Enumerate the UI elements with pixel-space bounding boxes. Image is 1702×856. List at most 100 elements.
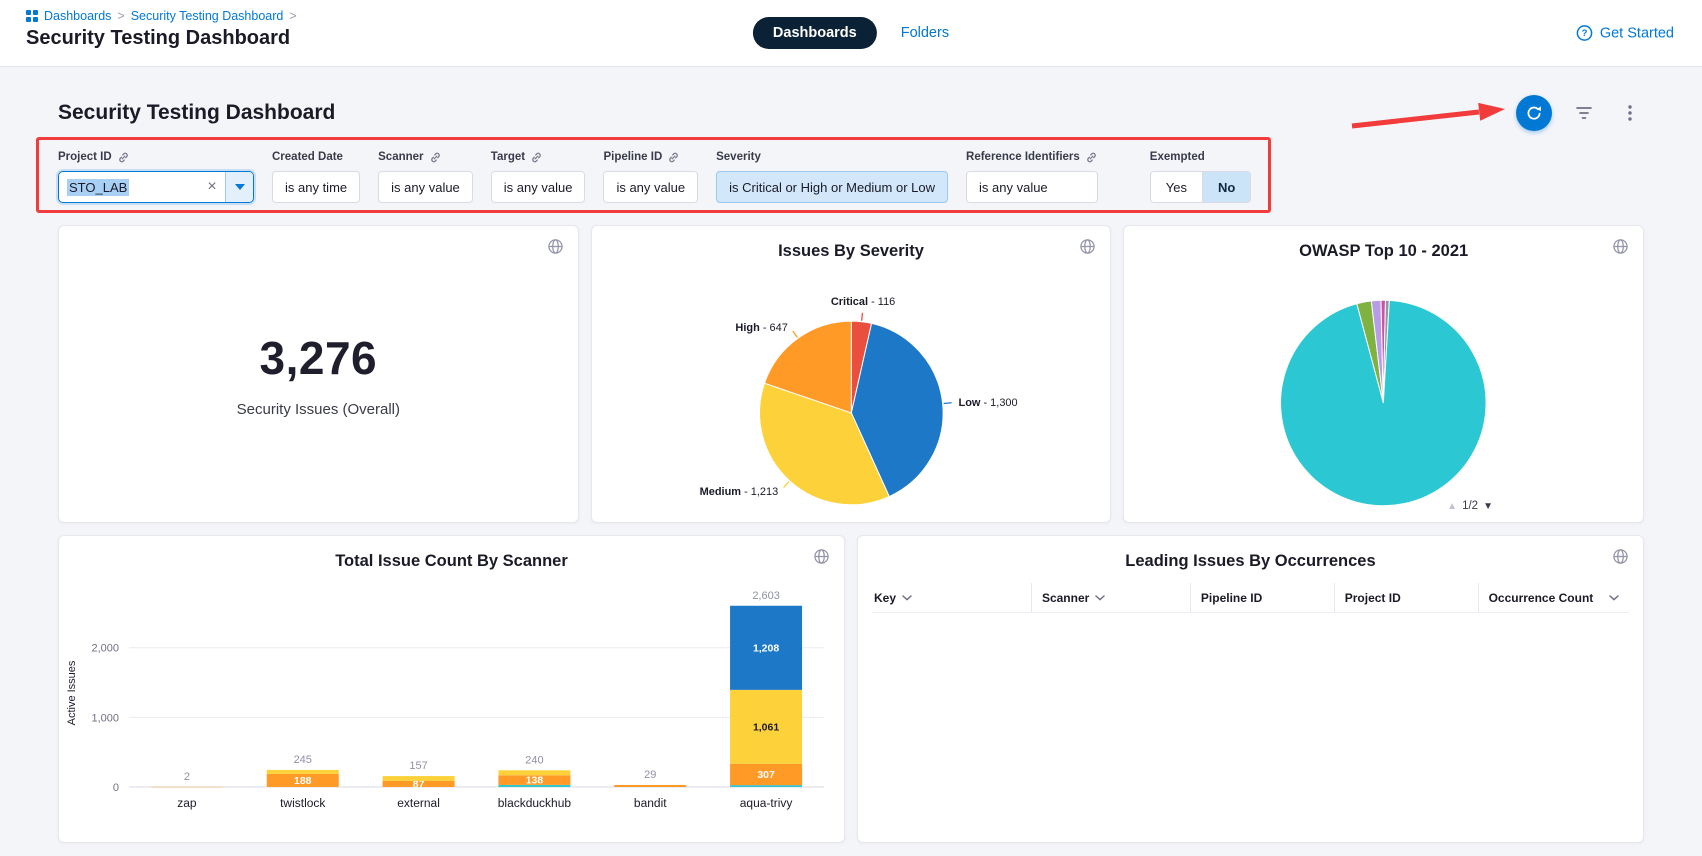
bar-segment-label: 1,061 xyxy=(753,722,779,733)
scanner-bar-chart[interactable]: 01,0002,000Active Issues2zap188245twistl… xyxy=(59,577,844,829)
page-up-icon[interactable]: ▲ xyxy=(1447,501,1457,512)
column-header-project-id[interactable]: Project ID xyxy=(1334,583,1478,612)
filter-label-scanner: Scanner xyxy=(378,151,423,163)
bar-segment-label: 1,208 xyxy=(753,643,779,654)
bar-segment[interactable] xyxy=(383,776,455,781)
link-icon xyxy=(1085,151,1098,164)
filter-label-pipeline-id: Pipeline ID xyxy=(603,151,662,163)
dashboard-title: Security Testing Dashboard xyxy=(58,101,335,125)
bar-segment[interactable] xyxy=(614,785,686,787)
globe-icon xyxy=(813,548,830,565)
chevron-down-icon xyxy=(1095,595,1105,601)
table-body xyxy=(858,613,1643,823)
severity-pie-chart[interactable]: Critical - 116Low - 1,300Medium - 1,213H… xyxy=(592,265,1111,515)
bar-total-label: 2 xyxy=(184,771,190,783)
filter-pipeline-id: Pipeline ID is any value xyxy=(603,150,698,203)
card-security-issues-overall: 3,276 Security Issues (Overall) xyxy=(58,225,579,523)
bar-category-label: bandit xyxy=(634,796,667,810)
severity-filter-button[interactable]: is Critical or High or Medium or Low xyxy=(716,171,948,203)
globe-icon xyxy=(1612,238,1629,255)
link-icon xyxy=(117,151,130,164)
chevron-down-icon[interactable] xyxy=(225,172,253,202)
column-header-key[interactable]: Key xyxy=(872,583,1031,612)
bar-segment[interactable] xyxy=(730,785,802,787)
filter-label-exempted: Exempted xyxy=(1150,151,1205,163)
globe-icon xyxy=(1612,548,1629,565)
column-label: Project ID xyxy=(1345,591,1401,605)
bar-segment[interactable] xyxy=(267,770,339,774)
column-label: Pipeline ID xyxy=(1201,591,1262,605)
breadcrumb-link-dashboards[interactable]: Dashboards xyxy=(44,9,111,23)
filter-label-severity: Severity xyxy=(716,151,761,163)
filters-button[interactable] xyxy=(1570,99,1598,127)
column-label: Key xyxy=(874,591,896,605)
chart-title-issues-by-severity: Issues By Severity xyxy=(592,226,1111,261)
filter-label-project-id: Project ID xyxy=(58,151,112,163)
created-date-filter-button[interactable]: is any time xyxy=(272,171,360,203)
filter-severity: Severity is Critical or High or Medium o… xyxy=(716,150,948,203)
bar-total-label: 2,603 xyxy=(752,590,780,602)
help-icon: ? xyxy=(1576,25,1593,42)
chevron-down-icon xyxy=(1609,595,1619,601)
bar-category-label: aqua-trivy xyxy=(740,796,793,810)
target-filter-button[interactable]: is any value xyxy=(491,171,586,203)
filter-scanner: Scanner is any value xyxy=(378,150,473,203)
chart-title-owasp-top-10: OWASP Top 10 - 2021 xyxy=(1124,226,1643,261)
pie-label: Low - 1,300 xyxy=(958,397,1017,409)
reference-identifiers-filter-button[interactable]: is any value xyxy=(966,171,1098,203)
y-axis-label: Active Issues xyxy=(66,660,78,725)
breadcrumb-separator: > xyxy=(289,9,296,23)
column-label: Scanner xyxy=(1042,591,1089,605)
dashboard-grid: 3,276 Security Issues (Overall) Issues B… xyxy=(58,225,1644,843)
filter-target: Target is any value xyxy=(491,150,586,203)
link-icon xyxy=(530,151,543,164)
clear-icon[interactable]: × xyxy=(199,172,225,202)
more-options-button[interactable] xyxy=(1616,99,1644,127)
bar-segment-label: 307 xyxy=(757,770,775,781)
filter-label-created-date: Created Date xyxy=(272,151,343,163)
overall-issues-count: 3,276 xyxy=(260,331,378,385)
breadcrumb-separator: > xyxy=(117,9,124,23)
bar-segment[interactable] xyxy=(498,770,570,775)
chart-title-total-issue-count-by-scanner: Total Issue Count By Scanner xyxy=(59,536,844,571)
scanner-filter-button[interactable]: is any value xyxy=(378,171,473,203)
column-header-occurrence-count[interactable]: Occurrence Count xyxy=(1478,583,1629,612)
axis-tick-label: 0 xyxy=(113,782,119,794)
exempted-yes-button[interactable]: Yes xyxy=(1151,172,1202,202)
breadcrumb-link-current[interactable]: Security Testing Dashboard xyxy=(131,9,284,23)
filter-reference-identifiers: Reference Identifiers is any value xyxy=(966,150,1098,203)
get-started-link[interactable]: ? Get Started xyxy=(1576,25,1674,42)
project-id-combobox[interactable]: STO_LAB × xyxy=(58,171,254,203)
column-header-scanner[interactable]: Scanner xyxy=(1031,583,1190,612)
exempted-toggle: Yes No xyxy=(1150,171,1252,203)
globe-icon xyxy=(547,238,564,255)
filter-label-reference-identifiers: Reference Identifiers xyxy=(966,151,1080,163)
leader-line xyxy=(783,482,788,488)
filter-project-id: Project ID STO_LAB × xyxy=(58,150,254,203)
bar-category-label: twistlock xyxy=(280,796,326,810)
column-label: Occurrence Count xyxy=(1489,591,1594,605)
pipeline-id-filter-button[interactable]: is any value xyxy=(603,171,698,203)
bar-category-label: zap xyxy=(177,796,197,810)
tab-dashboards[interactable]: Dashboards xyxy=(753,17,877,49)
link-icon xyxy=(429,151,442,164)
pie-label: Medium - 1,213 xyxy=(699,486,778,498)
chevron-down-icon xyxy=(902,595,912,601)
tab-folders[interactable]: Folders xyxy=(901,25,949,41)
owasp-pie-chart[interactable] xyxy=(1124,265,1643,515)
overall-issues-label: Security Issues (Overall) xyxy=(237,401,400,418)
refresh-button[interactable] xyxy=(1516,95,1552,131)
bar-segment-label: 138 xyxy=(526,776,544,787)
dashboard-main: Security Testing Dashboard xyxy=(0,67,1702,856)
get-started-label: Get Started xyxy=(1600,25,1674,41)
globe-icon xyxy=(1079,238,1096,255)
card-owasp-top-10: OWASP Top 10 - 2021 ▲ 1/2 ▼ xyxy=(1123,225,1644,523)
column-header-pipeline-id[interactable]: Pipeline ID xyxy=(1190,583,1334,612)
exempted-no-button[interactable]: No xyxy=(1202,172,1250,202)
leader-line xyxy=(861,313,862,321)
page-down-icon[interactable]: ▼ xyxy=(1483,501,1493,512)
chart-pager: ▲ 1/2 ▼ xyxy=(1447,500,1493,512)
project-id-value: STO_LAB xyxy=(67,179,129,196)
leader-line xyxy=(792,331,797,337)
filter-exempted: Exempted Yes No xyxy=(1150,150,1252,203)
